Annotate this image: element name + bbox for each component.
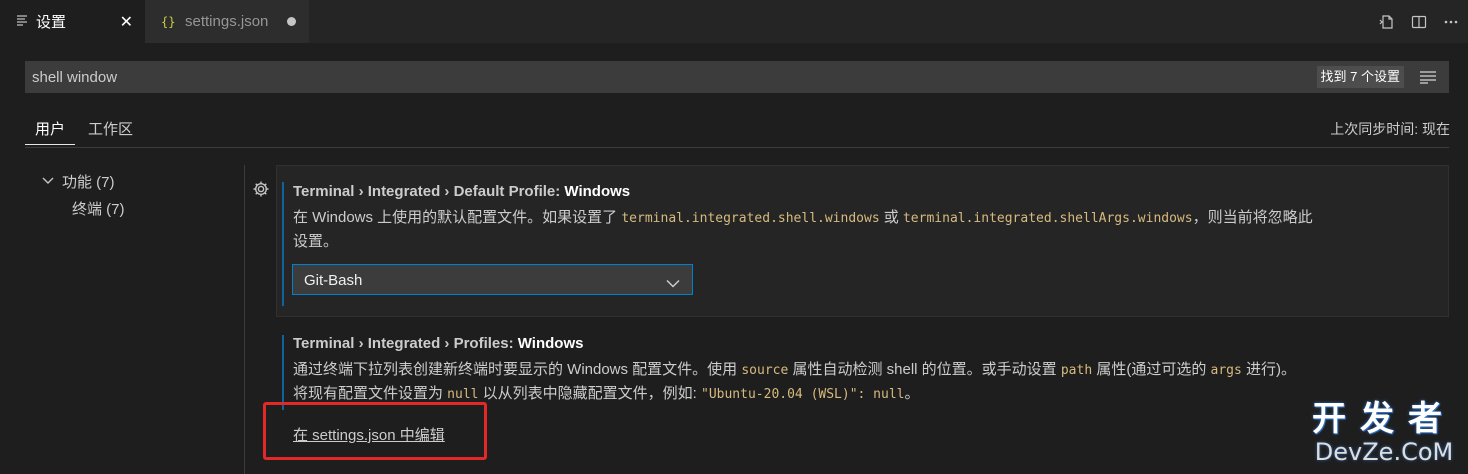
- watermark-line1: 开发者: [1312, 399, 1456, 439]
- json-icon: {}: [161, 14, 176, 29]
- settings-list-icon: [16, 14, 28, 29]
- desc-text: ，则当前将忽略此: [1192, 209, 1313, 226]
- tab-settings-label: 设置: [36, 14, 67, 31]
- gear-icon[interactable]: [252, 180, 270, 198]
- code-text: null: [447, 387, 479, 402]
- tab-settings-json-label: settings.json: [185, 13, 269, 30]
- scope-tab-workspace[interactable]: 工作区: [88, 118, 133, 139]
- scope-tab-user[interactable]: 用户: [35, 118, 65, 139]
- desc-text: 将现有配置文件设置为: [293, 385, 448, 402]
- toc-group-features[interactable]: 功能 (7): [42, 171, 115, 192]
- desc-text: 属性自动检测 shell 的位置。或手动设置: [788, 361, 1061, 378]
- editor-actions: [1378, 0, 1460, 43]
- setting-description: 在 Windows 上使用的默认配置文件。如果设置了 terminal.inte…: [293, 206, 1313, 231]
- select-value: Git-Bash: [304, 272, 363, 289]
- split-editor-icon[interactable]: [1410, 13, 1428, 31]
- code-text: source: [741, 363, 789, 378]
- tab-settings-json[interactable]: {} settings.json: [145, 0, 309, 43]
- search-query: shell window: [32, 69, 118, 86]
- watermark-line2: DevZe.CoM: [1314, 438, 1454, 466]
- code-link[interactable]: terminal.integrated.shellArgs.windows: [903, 211, 1193, 226]
- toc-group-label: 功能 (7): [62, 174, 115, 191]
- desc-text: 属性(通过可选的: [1092, 361, 1211, 378]
- watermark-logo: 开发者 DevZe.CoM: [1312, 400, 1456, 466]
- setting-title-profiles: Terminal › Integrated › Profiles: Window…: [293, 335, 583, 352]
- code-text: path: [1060, 363, 1093, 378]
- setting-description-cont: 设置。: [293, 233, 339, 250]
- desc-text: 以从列表中隐藏配置文件，例如:: [478, 385, 701, 402]
- chevron-down-icon: [666, 275, 680, 291]
- close-icon[interactable]: ✕: [120, 12, 133, 31]
- result-count-badge: 找到 7 个设置: [1316, 66, 1404, 88]
- setting-category: Terminal › Integrated › Profiles:: [293, 335, 518, 352]
- header-divider: [25, 147, 1449, 148]
- setting-description: 通过终端下拉列表创建新终端时要显示的 Windows 配置文件。使用 sourc…: [293, 358, 1296, 383]
- toc-item-terminal[interactable]: 终端 (7): [72, 198, 125, 219]
- tab-settings[interactable]: 设置 ✕: [0, 0, 145, 43]
- setting-category: Terminal › Integrated › Default Profile:: [293, 183, 565, 200]
- desc-text: 或: [879, 209, 903, 226]
- setting-name: Windows: [517, 335, 584, 352]
- desc-text: 。: [904, 385, 920, 402]
- code-text: "Ubuntu-20.04 (WSL)": null: [701, 387, 905, 402]
- active-scope-indicator: [25, 144, 75, 145]
- editor-tab-bar: 设置 ✕ {} settings.json: [0, 0, 1468, 43]
- chevron-down-icon: [42, 174, 56, 189]
- desc-text: 通过终端下拉列表创建新终端时要显示的 Windows 配置文件。使用: [293, 361, 742, 378]
- setting-name: Windows: [564, 183, 631, 200]
- desc-text: 在 Windows 上使用的默认配置文件。如果设置了: [293, 209, 622, 226]
- setting-title-default-profile: Terminal › Integrated › Default Profile:…: [293, 183, 630, 200]
- unsaved-dot-icon[interactable]: [287, 17, 296, 26]
- code-link[interactable]: terminal.integrated.shell.windows: [621, 211, 879, 226]
- modified-indicator: [282, 182, 284, 306]
- desc-text: 进行)。: [1241, 361, 1296, 378]
- modified-indicator: [282, 335, 284, 410]
- settings-search-input[interactable]: shell window 找到 7 个设置: [25, 61, 1449, 93]
- sync-status: 上次同步时间: 现在: [1330, 121, 1450, 137]
- code-text: args: [1210, 363, 1242, 378]
- more-actions-icon[interactable]: [1442, 13, 1460, 31]
- open-json-icon[interactable]: [1378, 13, 1396, 31]
- default-profile-select[interactable]: Git-Bash: [292, 264, 693, 295]
- toc-divider: [244, 165, 245, 474]
- filter-icon[interactable]: [1419, 69, 1437, 88]
- highlight-box: [263, 402, 487, 460]
